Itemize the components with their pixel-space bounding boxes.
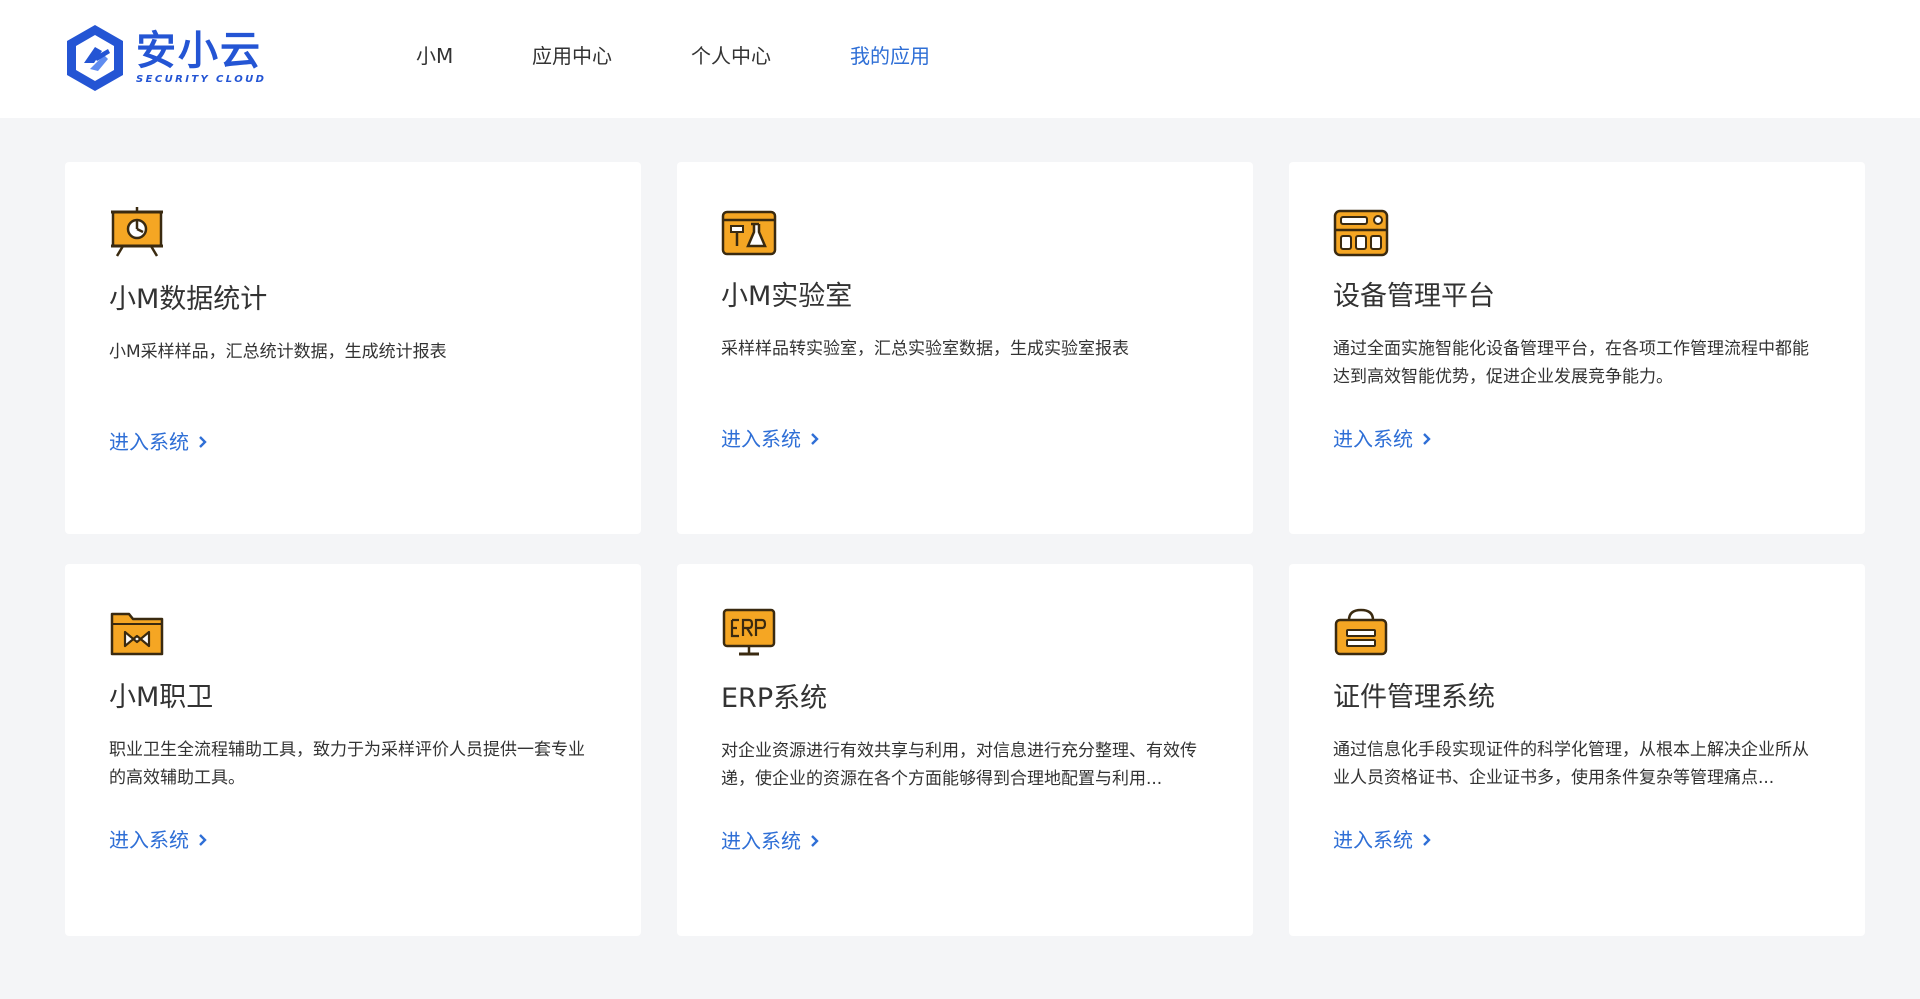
presentation-chart-icon [111,207,163,257]
device-panel-icon [1333,209,1389,257]
folder-icon [110,612,164,656]
enter-system-link[interactable]: 进入系统 [721,827,821,855]
enter-system-label: 进入系统 [109,828,189,852]
erp-monitor-icon [722,608,776,656]
card-title: 设备管理平台 [1333,281,1495,312]
enter-system-label: 进入系统 [1333,427,1413,451]
enter-system-label: 进入系统 [109,430,189,454]
logo-hexagon-icon [67,25,123,91]
chevron-right-icon [199,834,207,846]
nav-item-my-apps[interactable]: 我的应用 [850,42,930,70]
card-title: ERP系统 [721,683,828,714]
card-description: 通过信息化手段实现证件的科学化管理，从根本上解决企业所从业人员资格证书、企业证书… [1333,740,1809,788]
app-card-lab: 小M实验室 采样样品转实验室，汇总实验室数据，生成实验室报表 进入系统 [677,162,1253,534]
enter-system-label: 进入系统 [721,427,801,451]
card-title: 小M数据统计 [109,284,268,315]
app-card-occupational-health: 小M职卫 职业卫生全流程辅助工具，致力于为采样评价人员提供一套专业的高效辅助工具… [65,564,641,936]
enter-system-link[interactable]: 进入系统 [1333,425,1433,453]
enter-system-link[interactable]: 进入系统 [109,826,209,854]
card-description: 对企业资源进行有效共享与利用，对信息进行充分整理、有效传递，使企业的资源在各个方… [721,741,1197,789]
chevron-right-icon [199,436,207,448]
enter-system-link[interactable]: 进入系统 [1333,826,1433,854]
nav-item-xiaom[interactable]: 小M [416,42,453,70]
card-title: 小M职卫 [109,682,214,713]
certificate-box-icon [1334,608,1388,656]
logo-name-cn: 安小云 [136,28,262,74]
enter-system-label: 进入系统 [1333,828,1413,852]
card-description: 小M采样样品，汇总统计数据，生成统计报表 [109,342,447,362]
card-description: 通过全面实施智能化设备管理平台，在各项工作管理流程中都能达到高效智能优势，促进企… [1333,339,1809,387]
app-card-certificate-management: 证件管理系统 通过信息化手段实现证件的科学化管理，从根本上解决企业所从业人员资格… [1289,564,1865,936]
card-title: 小M实验室 [721,281,853,312]
enter-system-link[interactable]: 进入系统 [721,425,821,453]
card-description: 职业卫生全流程辅助工具，致力于为采样评价人员提供一套专业的高效辅助工具。 [109,740,585,788]
chevron-right-icon [811,835,819,847]
logo[interactable]: 安小云 SECURITY CLOUD [64,22,284,94]
chevron-right-icon [811,433,819,445]
chevron-right-icon [1423,433,1431,445]
top-header: 安小云 SECURITY CLOUD 小M 应用中心 个人中心 我的应用 [0,0,1920,118]
app-card-data-stats: 小M数据统计 小M采样样品，汇总统计数据，生成统计报表 进入系统 [65,162,641,534]
chevron-right-icon [1423,834,1431,846]
nav-item-app-center[interactable]: 应用中心 [532,42,612,70]
nav-item-personal-center[interactable]: 个人中心 [691,42,771,70]
app-card-device-management: 设备管理平台 通过全面实施智能化设备管理平台，在各项工作管理流程中都能达到高效智… [1289,162,1865,534]
card-description: 采样样品转实验室，汇总实验室数据，生成实验室报表 [721,339,1129,359]
enter-system-link[interactable]: 进入系统 [109,428,209,456]
app-card-erp: ERP系统 对企业资源进行有效共享与利用，对信息进行充分整理、有效传递，使企业的… [677,564,1253,936]
lab-flask-icon [721,210,777,256]
card-title: 证件管理系统 [1333,682,1495,713]
enter-system-label: 进入系统 [721,829,801,853]
logo-name-en: SECURITY CLOUD [136,74,267,85]
